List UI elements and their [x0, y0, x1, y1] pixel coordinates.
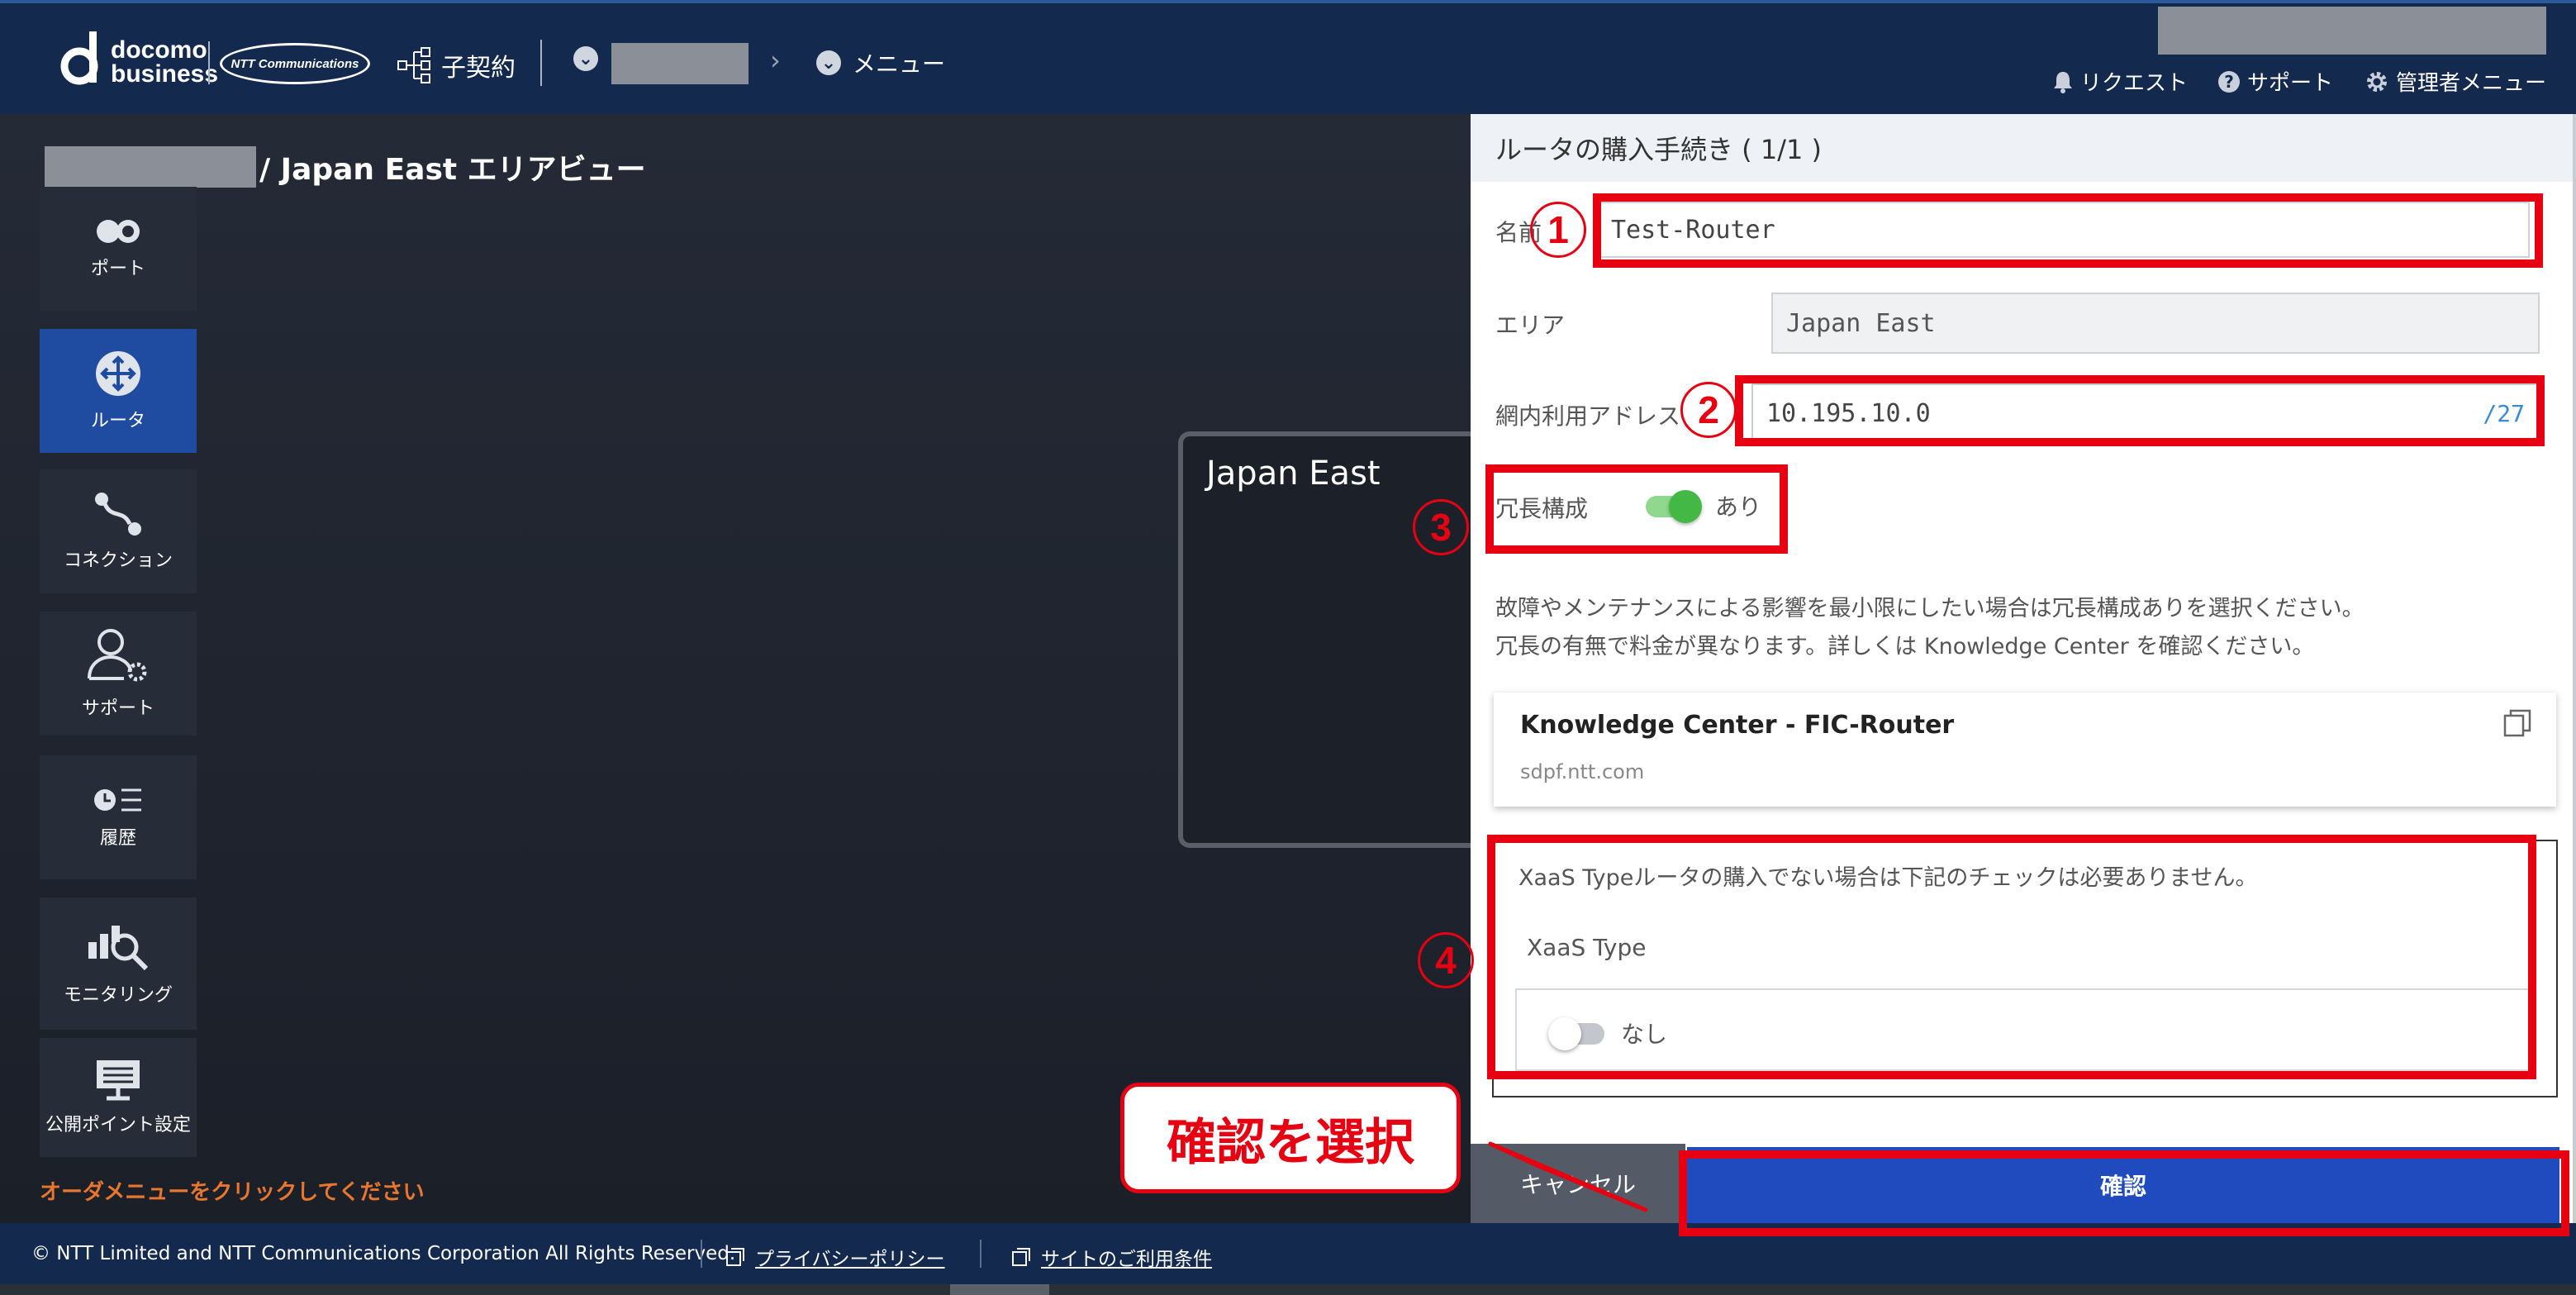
- monitoring-icon: [88, 926, 149, 971]
- admin-menu-link[interactable]: 管理者メニュー: [2365, 66, 2546, 97]
- window-bottom-bar: [0, 1284, 2576, 1295]
- redundancy-toggle[interactable]: [1646, 490, 1702, 523]
- chevron-down-circle-icon: ⌄: [816, 50, 841, 75]
- name-field[interactable]: Test-Router: [1596, 202, 2530, 258]
- address-label: 網内利用アドレス: [1495, 402, 1681, 430]
- xaas-type-label: XaaS Type: [1527, 934, 1647, 961]
- xaas-type-section: XaaS Typeルータの購入でない場合は下記のチェックは必要ありません。 Xa…: [1492, 840, 2558, 1097]
- area-node-japan-east[interactable]: [1178, 431, 1509, 848]
- panel-title: ルータの購入手続き ( 1/1 ): [1471, 114, 2573, 182]
- footer-divider: [701, 1240, 702, 1268]
- bell-icon: [2054, 71, 2072, 93]
- app-footer: © NTT Limited and NTT Communications Cor…: [0, 1223, 2576, 1284]
- history-icon: [94, 788, 141, 812]
- app-header: docomo business NTT Communications 子契約 ⌄…: [0, 0, 2576, 114]
- public-point-icon: [97, 1060, 140, 1101]
- callout-pointer: [1488, 1141, 1648, 1212]
- page-title: / Japan East エリアビュー: [45, 145, 646, 188]
- header-divider: [540, 40, 542, 86]
- annotation-number-3: 3: [1413, 499, 1469, 555]
- panel-scrollbar[interactable]: [2573, 114, 2576, 1223]
- xaas-note: XaaS Typeルータの購入でない場合は下記のチェックは必要ありません。: [1519, 865, 2258, 891]
- port-icon: [97, 220, 140, 243]
- svg-text:?: ?: [2224, 72, 2234, 92]
- kc-url: sdpf.ntt.com: [1520, 760, 1645, 783]
- terms-link[interactable]: サイトのご利用条件: [1011, 1243, 1212, 1271]
- sidebar-item-connection[interactable]: コネクション: [40, 469, 197, 593]
- sidebar-item-public-point[interactable]: 公開ポイント設定: [40, 1038, 197, 1157]
- annotation-number-1: 1: [1530, 202, 1586, 258]
- annotation-number-4: 4: [1418, 932, 1474, 988]
- help-circle-icon: ?: [2218, 70, 2240, 93]
- breadcrumb-separator-icon: ›: [770, 45, 781, 76]
- address-field-value: 10.195.10.0: [1766, 398, 1931, 428]
- area-node-label: Japan East: [1206, 455, 1381, 493]
- address-field[interactable]: 10.195.10.0 /27: [1751, 383, 2540, 443]
- footer-divider: [980, 1240, 981, 1268]
- masked-user-info: [2158, 7, 2546, 55]
- contract-label: 子契約: [441, 54, 516, 83]
- request-link[interactable]: リクエスト: [2052, 66, 2188, 97]
- breadcrumb-menu[interactable]: ⌄ メニュー: [816, 46, 945, 79]
- copyright-text: © NTT Limited and NTT Communications Cor…: [31, 1243, 736, 1264]
- address-prefix-length: /27: [2483, 399, 2525, 427]
- masked-account-name: [611, 43, 749, 84]
- gear-icon: [2367, 71, 2387, 92]
- connection-icon: [95, 493, 141, 536]
- router-purchase-panel: ルータの購入手続き ( 1/1 ) 名前 Test-Router エリア Jap…: [1471, 114, 2573, 1223]
- breadcrumb-menu-label: メニュー: [853, 50, 946, 78]
- logo-divider: [208, 41, 210, 84]
- sidebar-item-port[interactable]: ポート: [40, 187, 197, 311]
- redundancy-help-text: 故障やメンテナンスによる影響を最小限にしたい場合は冗長構成ありを選択ください。 …: [1495, 596, 2365, 659]
- redundancy-label: 冗長構成: [1495, 495, 1589, 522]
- sidebar-item-support[interactable]: サポート: [40, 612, 197, 736]
- router-icon: [96, 351, 140, 396]
- sidebar-item-history[interactable]: 履歴: [40, 755, 197, 879]
- breadcrumb-account[interactable]: ⌄: [573, 46, 598, 71]
- area-field: Japan East: [1771, 293, 2540, 354]
- kc-title: Knowledge Center - FIC-Router: [1520, 711, 1955, 740]
- area-field-value: Japan East: [1786, 308, 1936, 338]
- copy-icon[interactable]: [2503, 709, 2531, 737]
- brand-logo[interactable]: docomo business: [111, 38, 218, 87]
- sidebar-item-router[interactable]: ルータ: [40, 329, 197, 453]
- contract-switcher[interactable]: 子契約: [397, 46, 516, 84]
- external-link-icon: [1012, 1248, 1030, 1266]
- xaas-type-value: なし: [1621, 1021, 1668, 1048]
- xaas-type-toggle[interactable]: [1548, 1017, 1604, 1050]
- support-user-icon: [88, 629, 147, 682]
- toggle-knob: [1669, 490, 1702, 523]
- xaas-type-option-row: なし: [1515, 988, 2536, 1071]
- redundancy-value: あり: [1715, 493, 1762, 521]
- order-message: オーダメニューをクリックしてください: [40, 1180, 425, 1205]
- ntt-communications-logo: NTT Communications: [220, 43, 370, 84]
- sidebar-item-monitoring[interactable]: モニタリング: [40, 897, 197, 1030]
- docomo-d-logo-icon: [60, 31, 98, 85]
- name-field-value: Test-Router: [1611, 215, 1775, 245]
- chevron-down-circle-icon: ⌄: [573, 46, 598, 71]
- toggle-knob: [1548, 1017, 1581, 1050]
- support-link[interactable]: ? サポート: [2217, 66, 2333, 97]
- privacy-policy-link[interactable]: プライバシーポリシー: [725, 1243, 945, 1271]
- scroll-thumb[interactable]: [950, 1284, 1049, 1295]
- confirm-button[interactable]: 確認: [1687, 1147, 2559, 1223]
- annotation-callout: 確認を選択: [1120, 1083, 1461, 1193]
- area-field-label: エリア: [1495, 312, 1566, 339]
- knowledge-center-link-card[interactable]: Knowledge Center - FIC-Router sdpf.ntt.c…: [1494, 693, 2556, 807]
- annotation-number-2: 2: [1680, 382, 1737, 438]
- external-link-icon: [726, 1248, 744, 1266]
- tree-hierarchy-icon: [397, 47, 430, 83]
- masked-tenant-name: [45, 146, 256, 188]
